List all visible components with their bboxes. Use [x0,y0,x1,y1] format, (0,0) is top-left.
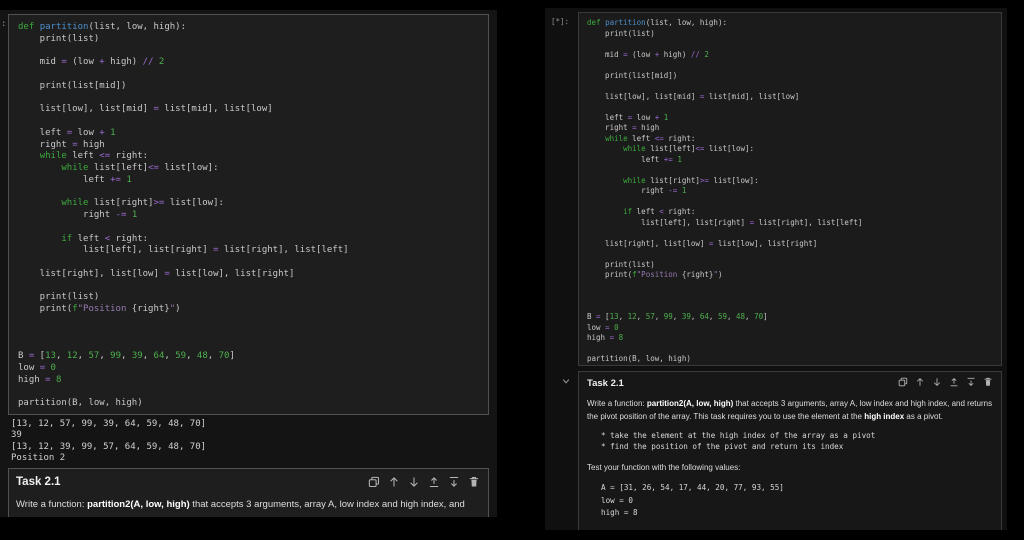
task-title: Task 2.1 [16,476,61,488]
task-description: Write a function: partition2(A, low, hig… [587,399,993,422]
insert-above-icon[interactable] [949,377,959,387]
move-up-icon[interactable] [915,377,925,387]
move-up-icon[interactable] [388,476,400,488]
markdown-cell-task[interactable]: Task 2.1 Write a function: partition2(A,… [8,468,489,517]
code-editor[interactable]: def partition(list, low, high): print(li… [9,15,488,410]
markdown-cell-task[interactable]: Task 2.1 Write a function: partition2(A,… [578,371,1002,530]
insert-below-icon[interactable] [966,377,976,387]
move-down-icon[interactable] [932,377,942,387]
task-bullet-list: * take the element at the high index of … [601,431,876,452]
delete-icon[interactable] [983,377,993,387]
notebook-panel-right: [*]: def partition(list, low, high): pri… [545,8,1007,530]
code-cell[interactable]: def partition(list, low, high): print(li… [8,14,489,415]
code-editor[interactable]: def partition(list, low, high): print(li… [579,13,1001,365]
delete-icon[interactable] [468,476,480,488]
duplicate-icon[interactable] [368,476,380,488]
notebook-panel-left: : def partition(list, low, high): print(… [0,10,497,517]
task-title: Task 2.1 [587,378,624,389]
duplicate-icon[interactable] [898,377,908,387]
cell-header: Task 2.1 [9,469,488,488]
cell-header: Task 2.1 [579,372,1001,389]
task-test-instruction: Test your function with the following va… [587,463,741,473]
execution-prompt: [*]: [551,17,570,26]
insert-below-icon[interactable] [448,476,460,488]
insert-above-icon[interactable] [428,476,440,488]
task-code-block: A = [31, 26, 54, 17, 44, 20, 77, 93, 55]… [601,483,784,517]
cell-output: [13, 12, 57, 99, 39, 64, 59, 48, 70] 39 [1… [11,419,207,464]
cell-toolbar [368,476,480,488]
task-description: Write a function: partition2(A, low, hig… [16,499,465,510]
execution-prompt: : [1,19,7,29]
cell-toolbar [898,377,993,387]
move-down-icon[interactable] [408,476,420,488]
collapse-chevron-icon[interactable] [561,376,571,386]
code-cell[interactable]: def partition(list, low, high): print(li… [578,12,1002,366]
